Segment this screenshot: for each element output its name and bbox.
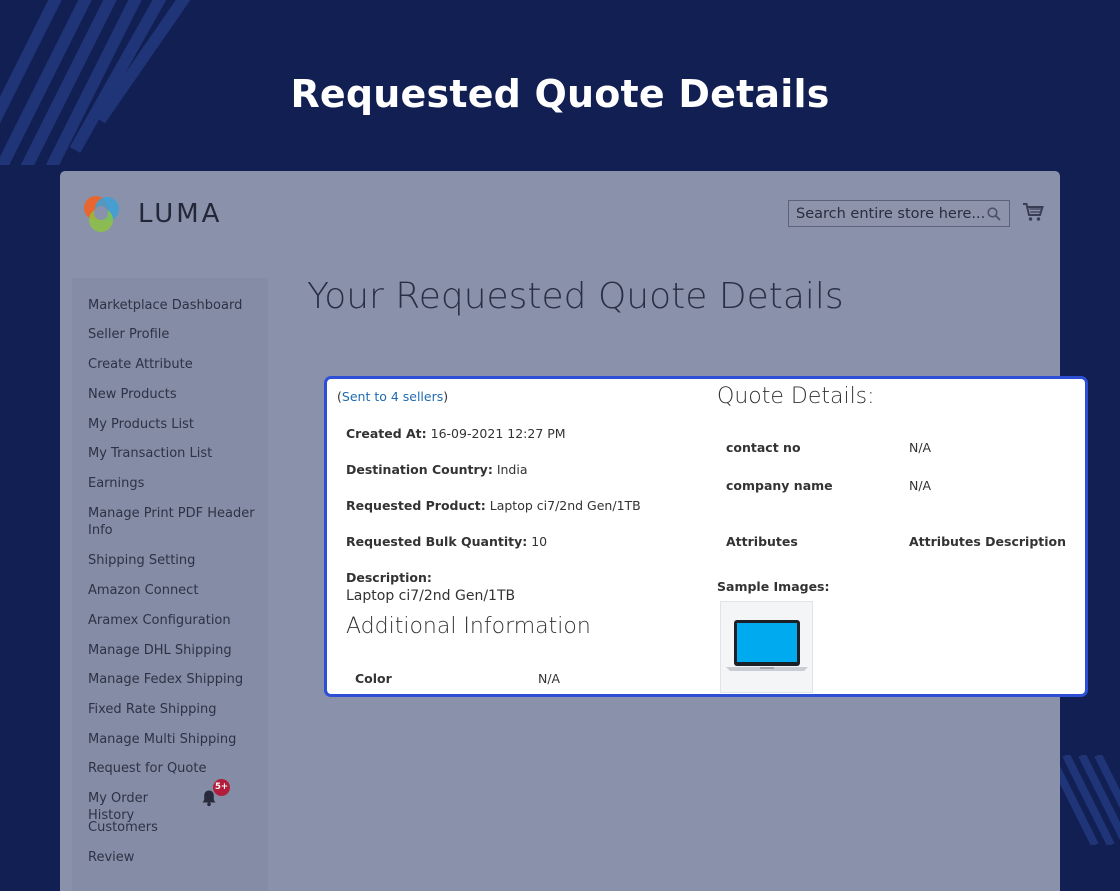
sidebar-item-manage-print-pdf-header-info[interactable]: Manage Print PDF Header Info (88, 505, 258, 539)
attributes-description-header: Attributes Description (909, 534, 1067, 549)
decorative-stripes-bottom-right (1050, 755, 1120, 845)
sidebar-item-manage-multi-shipping[interactable]: Manage Multi Shipping (88, 731, 258, 748)
banner-title: Requested Quote Details (290, 72, 830, 116)
description-label-text: Description: (346, 570, 432, 585)
sidebar-item-earnings[interactable]: Earnings (88, 475, 258, 492)
search-box (788, 200, 1010, 227)
description-value: Laptop ci7/2nd Gen/1TB (346, 588, 516, 604)
destination-value: India (496, 462, 528, 477)
sidebar-item-aramex-configuration[interactable]: Aramex Configuration (88, 612, 258, 629)
created-at-value: 16-09-2021 12:27 PM (430, 426, 566, 441)
sidebar-item-customers[interactable]: Customers (88, 819, 258, 836)
sidebar-item-my-transaction-list[interactable]: My Transaction List (88, 445, 258, 462)
requested-bulk-quantity: Requested Bulk Quantity: 10 (346, 534, 547, 549)
sidebar-item-manage-fedex-shipping[interactable]: Manage Fedex Shipping (88, 671, 258, 688)
quote-details-card: (Sent to 4 sellers) Created At: 16-09-20… (324, 376, 1088, 697)
cart-icon[interactable] (1022, 202, 1044, 222)
additional-information-title: Additional Information (346, 614, 591, 639)
luma-logo-icon (84, 196, 119, 232)
sample-image-thumbnail[interactable] (720, 601, 813, 693)
color-value: N/A (538, 671, 561, 686)
notification-badge: 5+ (213, 779, 230, 796)
qty-value: 10 (531, 534, 548, 549)
sidebar-item-shipping-setting[interactable]: Shipping Setting (88, 552, 258, 569)
contact-no-label: contact no (726, 440, 801, 455)
company-name-value: N/A (909, 478, 932, 493)
luma-logo[interactable]: LUMA (78, 191, 222, 237)
product-label: Requested Product: (346, 498, 486, 513)
sidebar-item-amazon-connect[interactable]: Amazon Connect (88, 582, 258, 599)
page-title: Your Requested Quote Details (307, 276, 844, 317)
destination-country: Destination Country: India (346, 462, 528, 477)
search-input[interactable] (796, 205, 986, 222)
requested-product: Requested Product: Laptop ci7/2nd Gen/1T… (346, 498, 641, 513)
sidebar-item-fixed-rate-shipping[interactable]: Fixed Rate Shipping (88, 701, 258, 718)
created-at: Created At: 16-09-2021 12:27 PM (346, 426, 566, 441)
sidebar-item-create-attribute[interactable]: Create Attribute (88, 356, 258, 373)
laptop-icon (726, 620, 808, 671)
qty-label: Requested Bulk Quantity: (346, 534, 528, 549)
sidebar-item-seller-profile[interactable]: Seller Profile (88, 326, 258, 343)
sent-to-sellers: (Sent to 4 sellers) (337, 389, 448, 404)
sample-images-label: Sample Images: (717, 579, 830, 594)
sent-suffix: ) (443, 389, 449, 404)
sidebar-item-new-products[interactable]: New Products (88, 386, 258, 403)
sidebar-item-review[interactable]: Review (88, 849, 258, 866)
company-name-label: company name (726, 478, 833, 493)
destination-label: Destination Country: (346, 462, 493, 477)
created-at-label: Created At: (346, 426, 427, 441)
sidebar-item-manage-dhl-shipping[interactable]: Manage DHL Shipping (88, 642, 258, 659)
sidebar-item-my-products-list[interactable]: My Products List (88, 416, 258, 433)
color-label: Color (355, 671, 392, 686)
quote-details-title: Quote Details: (717, 384, 875, 409)
contact-no-value: N/A (909, 440, 932, 455)
logo-text: LUMA (138, 199, 223, 229)
attributes-header: Attributes (726, 534, 798, 549)
sidebar-item-request-for-quote[interactable]: Request for Quote (88, 760, 258, 777)
product-value: Laptop ci7/2nd Gen/1TB (489, 498, 641, 513)
description-label: Description: (346, 570, 432, 585)
search-icon[interactable] (987, 207, 1001, 221)
sidebar-item-marketplace-dashboard[interactable]: Marketplace Dashboard (88, 297, 258, 314)
sent-to-sellers-link[interactable]: Sent to 4 sellers (342, 389, 443, 404)
